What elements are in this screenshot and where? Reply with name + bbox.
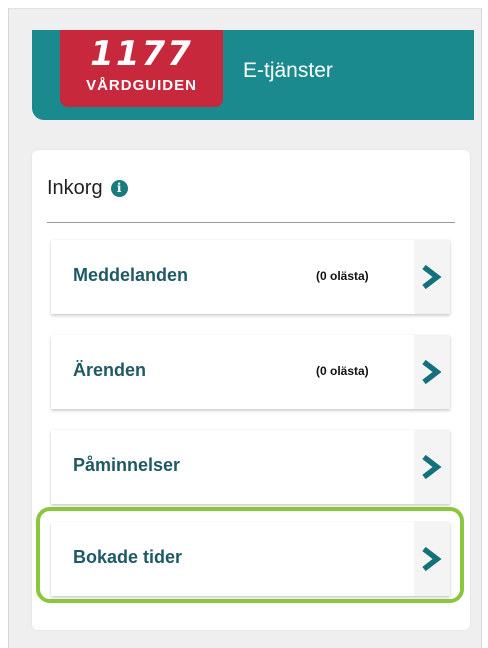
inbox-item-label: Påminnelser [73, 455, 181, 475]
logo-subtitle: VÅRDGUIDEN [86, 77, 197, 94]
chevron-right-icon [422, 454, 442, 480]
inbox-item-arenden[interactable]: Ärenden (0 olästa) [51, 335, 450, 409]
inbox-heading: Inkorg i [47, 176, 128, 200]
unread-count: (0 olästa) [316, 364, 369, 378]
inbox-item-label: Meddelanden [73, 265, 189, 285]
chevron-right-icon [422, 264, 442, 290]
inbox-item-paminnelser[interactable]: Påminnelser [51, 430, 450, 504]
divider [47, 222, 455, 223]
logo-number: 1177 [90, 34, 193, 74]
chevron-right-icon [422, 546, 442, 572]
header-title: E-tjänster [243, 59, 333, 82]
logo-1177-vardguiden[interactable]: 1177 VÅRDGUIDEN [60, 30, 223, 107]
inbox-item-label: Ärenden [73, 360, 147, 380]
inbox-item-label: Bokade tider [73, 547, 183, 567]
inbox-item-meddelanden[interactable]: Meddelanden (0 olästa) [51, 240, 450, 314]
chevron-right-icon [422, 359, 442, 385]
unread-count: (0 olästa) [316, 269, 369, 283]
inbox-title: Inkorg [47, 177, 103, 199]
info-icon[interactable]: i [110, 179, 128, 197]
inbox-item-bokade-tider[interactable]: Bokade tider [51, 522, 450, 596]
